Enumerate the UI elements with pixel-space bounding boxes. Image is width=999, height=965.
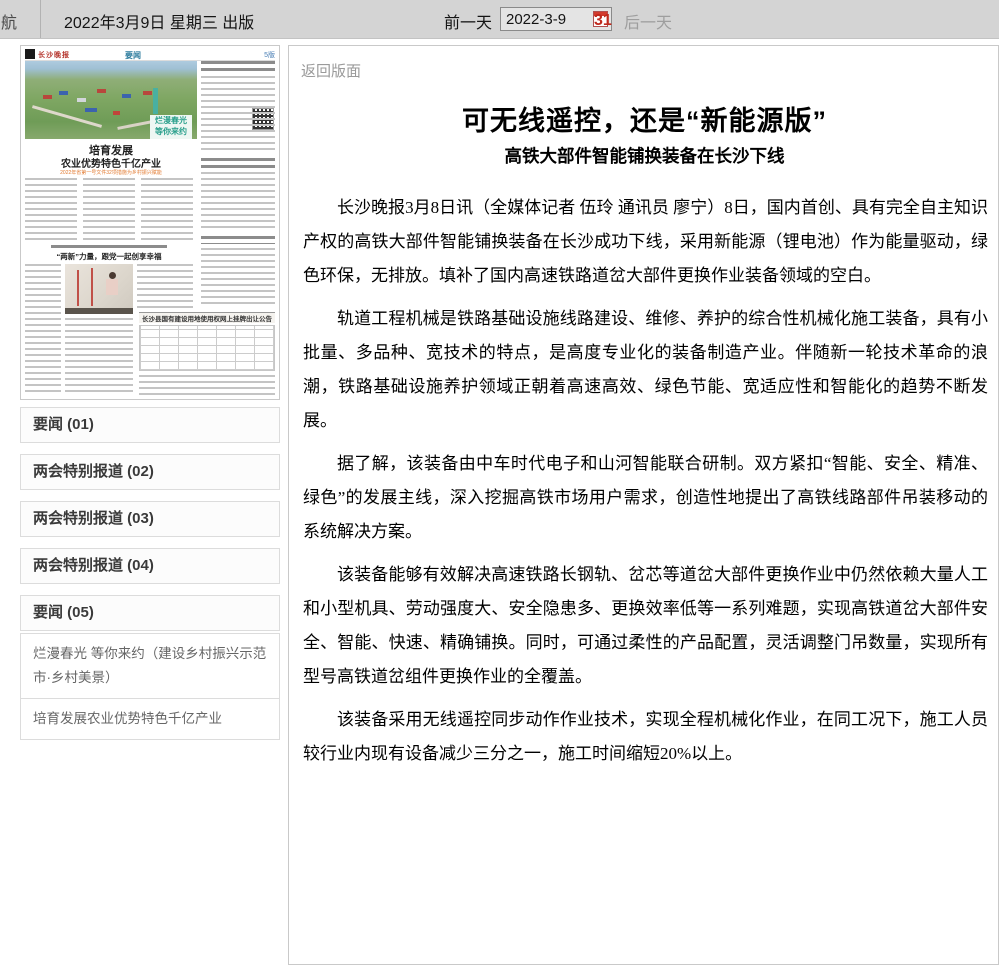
article-paragraph: 据了解，该装备由中车时代电子和山河智能联合研制。双方紧扣“智能、安全、精准、绿色…	[303, 447, 988, 549]
thumb-text-lines	[201, 172, 275, 230]
calendar-icon-day: 31	[594, 16, 607, 25]
top-navigation-bar: 航 2022年3月9日 星期三 出版 前一天 31 后一天	[0, 0, 999, 39]
thumb-text-lines	[137, 264, 193, 308]
thumb-text-lines	[201, 248, 275, 308]
worker-figure	[109, 272, 116, 279]
thumb-text-lines	[83, 178, 135, 242]
article-paragraph: 轨道工程机械是铁路基础设施线路建设、维修、养护的综合性机械化施工装备，具有小批量…	[303, 302, 988, 438]
thumb-teal-line2: 等你来约	[150, 126, 192, 137]
prev-day-button[interactable]: 前一天	[444, 9, 492, 33]
sidebar-section-yaowen-05[interactable]: 要闻 (05)	[20, 595, 280, 631]
thumb-text-lines	[65, 318, 133, 396]
section-list: 要闻 (01) 两会特别报道 (02) 两会特别报道 (03) 两会特别报道 (…	[20, 407, 280, 740]
machine-part	[91, 268, 93, 306]
newspaper-logo-icon	[25, 49, 35, 59]
article-subtitle: 高铁大部件智能铺换装备在长沙下线	[299, 145, 990, 168]
article-paragraph: 长沙晚报3月8日讯（全媒体记者 伍玲 通讯员 廖宁）8日，国内首创、具有完全自主…	[303, 191, 988, 293]
article-paragraph: 该装备采用无线遥控同步动作作业技术，实现全程机械化作业，在同工况下，施工人员较行…	[303, 703, 988, 771]
thumb-teal-strip	[153, 88, 158, 114]
article-panel: 返回版面 可无线遥控，还是“新能源版” 高铁大部件智能铺换装备在长沙下线 长沙晚…	[288, 45, 999, 965]
nav-link-truncated[interactable]: 航	[1, 9, 17, 33]
thumb-text-lines	[201, 76, 275, 154]
thumb-text-lines	[25, 264, 61, 396]
village-roof	[77, 98, 86, 102]
newspaper-page-thumbnail[interactable]: 长沙晚报 要闻 5版 烂漫春光 等你来约 培育发展 农业优势特色千亿产业 202…	[20, 45, 280, 400]
thumb-masthead: 长沙晚报	[38, 50, 70, 60]
village-roof	[59, 91, 68, 95]
thumb-page-number: 5版	[264, 50, 275, 60]
back-to-page-link[interactable]: 返回版面	[301, 60, 361, 81]
sidebar-section-lianghui-04[interactable]: 两会特别报道 (04)	[20, 548, 280, 584]
thumb-text-lines	[25, 178, 77, 242]
thumb-text-lines	[201, 61, 275, 71]
date-picker: 31	[500, 7, 612, 31]
calendar-icon[interactable]: 31	[593, 11, 608, 27]
village-roof	[122, 94, 131, 98]
worker-figure	[106, 279, 118, 295]
topbar-divider	[40, 0, 41, 38]
article-title: 可无线遥控，还是“新能源版”	[299, 103, 990, 139]
section-article-list: 烂漫春光 等你来约（建设乡村振兴示范市·乡村美景） 培育发展农业优势特色千亿产业	[20, 633, 280, 740]
thumb-main-headline-line2: 农业优势特色千亿产业	[25, 155, 197, 170]
thumb-text-lines	[141, 178, 193, 242]
sidebar-section-yaowen-01[interactable]: 要闻 (01)	[20, 407, 280, 443]
thumb-text-lines	[201, 158, 275, 168]
thumb-worker-photo	[65, 264, 133, 314]
thumb-text-lines	[139, 375, 275, 395]
thumb-teal-headline: 烂漫春光 等你来约	[150, 115, 192, 139]
next-day-button[interactable]: 后一天	[624, 9, 672, 33]
thumb-masthead-row: 长沙晚报 要闻 5版	[25, 49, 275, 60]
thumb-text-lines	[201, 236, 275, 244]
village-roof	[143, 91, 152, 95]
machine-part	[65, 308, 133, 314]
sidebar-article-link[interactable]: 培育发展农业优势特色千亿产业	[21, 698, 279, 739]
thumb-subheadline: 2022年省第一号文件32项措施为乡村振兴赋能	[25, 169, 197, 176]
publish-date-text: 2022年3月9日 星期三 出版	[64, 9, 254, 33]
article-body: 长沙晚报3月8日讯（全媒体记者 伍玲 通讯员 廖宁）8日，国内首创、具有完全自主…	[299, 191, 990, 771]
machine-part	[77, 270, 79, 306]
village-roof	[97, 89, 106, 93]
sidebar-section-lianghui-03[interactable]: 两会特别报道 (03)	[20, 501, 280, 537]
village-roof	[43, 95, 52, 99]
village-roof	[85, 108, 97, 112]
thumb-bottom-headline: “两新”力量，跟党一起创享幸福	[25, 251, 193, 262]
thumb-notice-headline: 长沙县国有建设用地使用权网上挂牌出让公告	[139, 312, 275, 323]
thumb-text-lines	[51, 245, 167, 248]
sidebar-section-lianghui-02[interactable]: 两会特别报道 (02)	[20, 454, 280, 490]
thumb-teal-line1: 烂漫春光	[150, 115, 192, 126]
village-roof	[113, 111, 120, 115]
sidebar-article-link[interactable]: 烂漫春光 等你来约（建设乡村振兴示范市·乡村美景）	[21, 634, 279, 698]
article-paragraph: 该装备能够有效解决高速铁路长钢轨、岔芯等道岔大部件更换作业中仍然依赖大量人工和小…	[303, 558, 988, 694]
thumb-notice-table	[139, 325, 275, 371]
